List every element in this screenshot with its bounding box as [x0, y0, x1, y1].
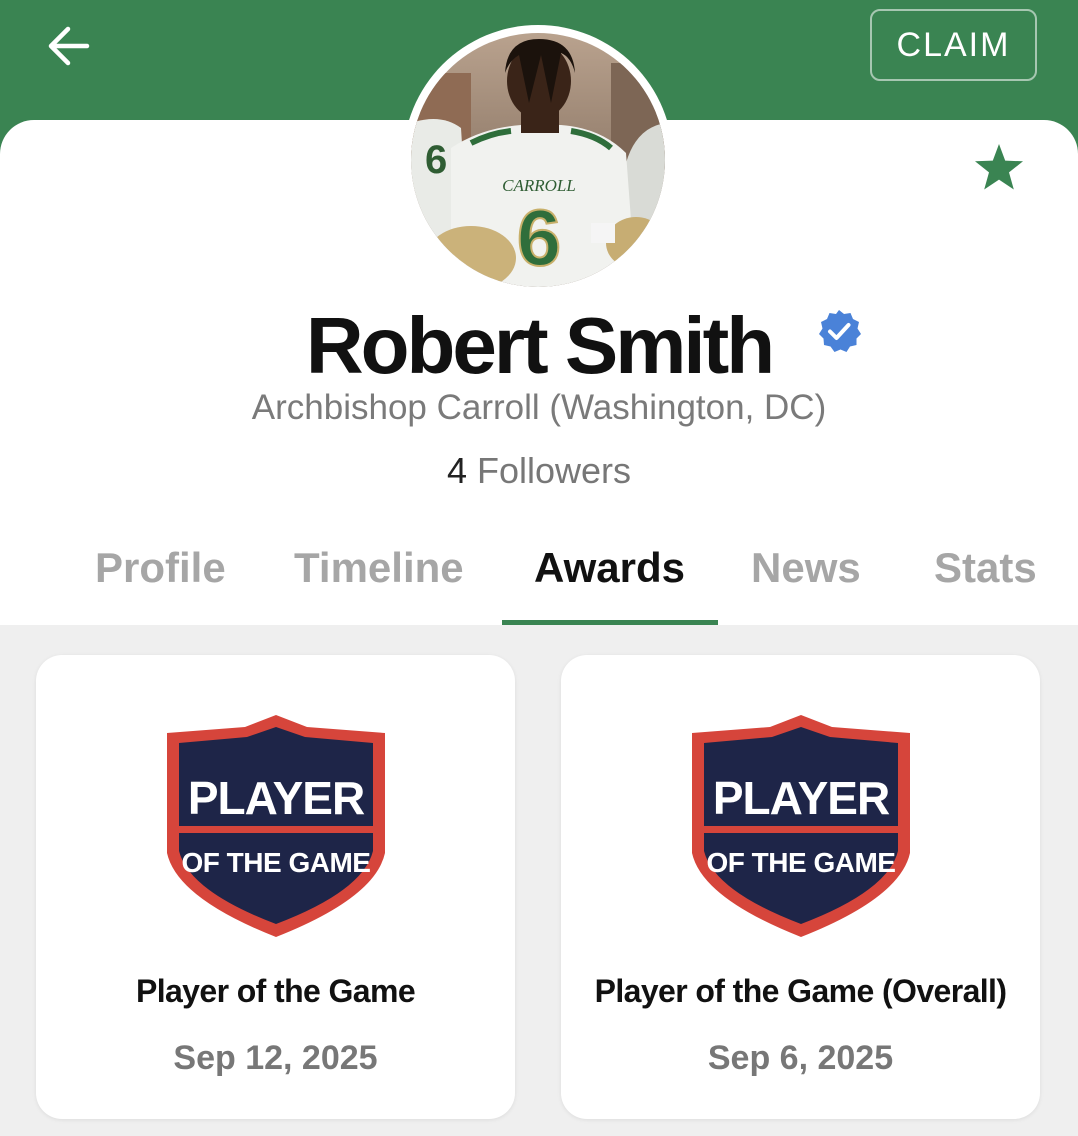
arrow-left-icon — [48, 26, 90, 66]
award-date: Sep 6, 2025 — [707, 1039, 894, 1077]
award-card[interactable]: PLAYER OF THE GAME Player of the Game Se… — [36, 655, 515, 1119]
favorite-button[interactable] — [968, 138, 1030, 196]
tab-bar: e Profile Timeline Awards News Stats — [0, 520, 1078, 625]
svg-text:OF THE GAME: OF THE GAME — [707, 847, 896, 878]
active-tab-indicator — [502, 620, 718, 625]
name-row: Robert Smith — [0, 300, 1078, 392]
tab-timeline[interactable]: Timeline — [294, 544, 464, 592]
player-name: Robert Smith — [305, 301, 775, 390]
svg-text:PLAYER: PLAYER — [188, 772, 365, 824]
tab-profile[interactable]: Profile — [95, 544, 226, 592]
award-card[interactable]: PLAYER OF THE GAME Player of the Game (O… — [561, 655, 1040, 1119]
claim-button[interactable]: CLAIM — [870, 9, 1037, 81]
svg-text:6: 6 — [425, 138, 447, 182]
svg-text:PLAYER: PLAYER — [713, 772, 890, 824]
star-icon — [975, 144, 1023, 190]
back-button[interactable] — [40, 20, 96, 72]
avatar-photo: 6 CARROLL 6 — [411, 33, 665, 287]
award-date: Sep 12, 2025 — [173, 1039, 378, 1077]
school-name[interactable]: Archbishop Carroll (Washington, DC) — [0, 388, 1078, 428]
player-of-the-game-badge-icon: PLAYER OF THE GAME — [692, 715, 910, 937]
avatar[interactable]: 6 CARROLL 6 — [403, 25, 673, 295]
followers-count: 4 — [446, 450, 467, 491]
tab-fade-overlay — [0, 520, 40, 625]
svg-text:OF THE GAME: OF THE GAME — [182, 847, 371, 878]
verified-badge-icon — [819, 310, 861, 352]
award-title: Player of the Game — [135, 973, 416, 1009]
tab-awards[interactable]: Awards — [534, 544, 685, 592]
followers-label: Followers — [477, 450, 632, 491]
tab-news[interactable]: News — [751, 544, 861, 592]
player-of-the-game-badge-icon: PLAYER OF THE GAME — [167, 715, 385, 937]
tab-stats[interactable]: Stats — [934, 544, 1037, 592]
award-title: Player of the Game (Overall) — [594, 973, 1007, 1009]
followers[interactable]: 4 Followers — [0, 450, 1078, 492]
svg-text:6: 6 — [517, 193, 562, 282]
